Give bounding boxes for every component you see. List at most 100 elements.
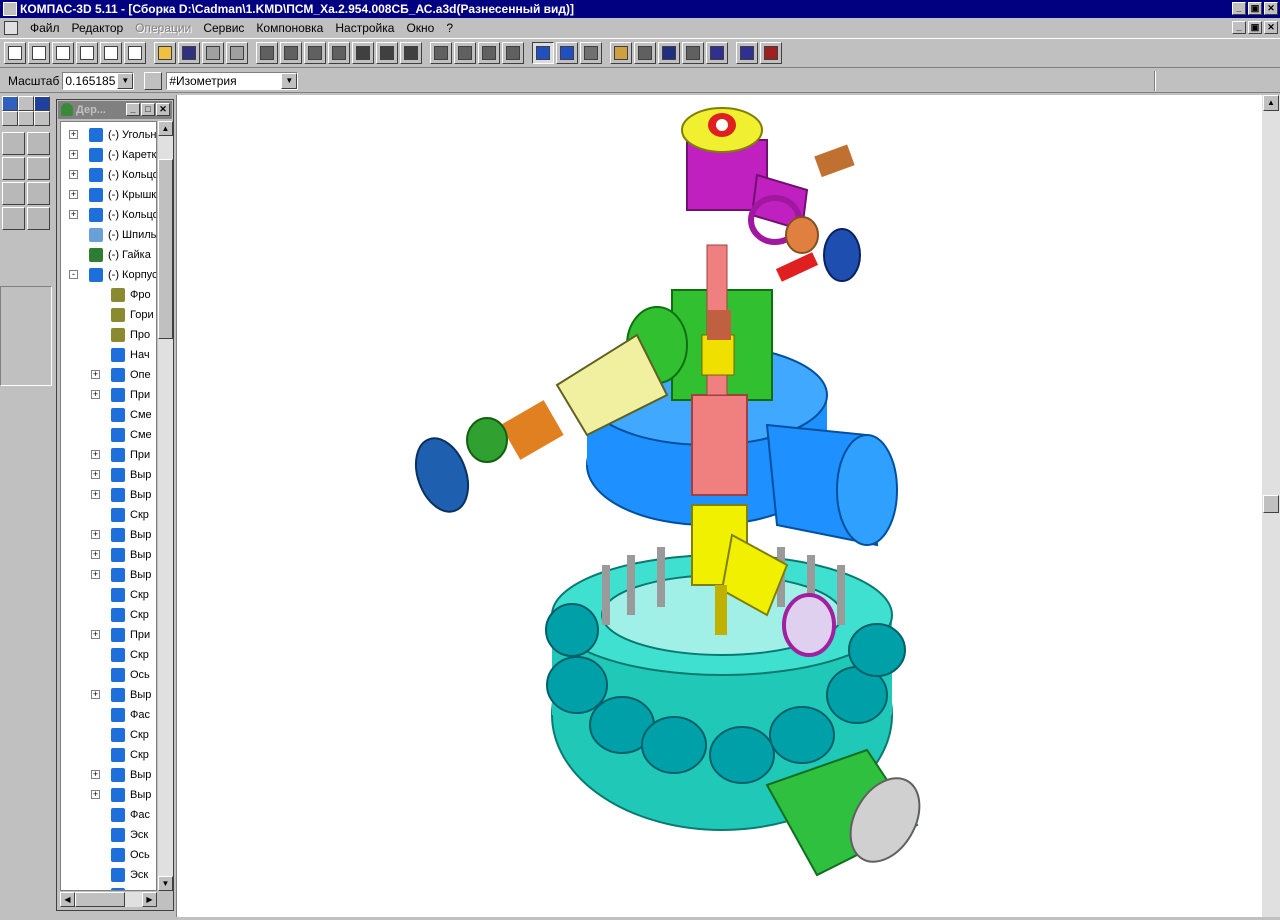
print-icon[interactable] (706, 42, 728, 64)
new-part-icon[interactable] (28, 42, 50, 64)
menu-item[interactable]: Компоновка (250, 18, 329, 38)
tree-item[interactable]: Ось (111, 665, 150, 685)
open-icon[interactable] (154, 42, 176, 64)
tree-item[interactable]: Сме (111, 405, 152, 425)
scroll-left-icon[interactable]: ◀ (60, 892, 75, 907)
zoom-all-icon[interactable] (376, 42, 398, 64)
zoom-fit-icon[interactable] (328, 42, 350, 64)
scroll-up-icon[interactable]: ▲ (158, 121, 173, 136)
shaded-icon[interactable] (532, 42, 554, 64)
expand-icon[interactable]: + (91, 530, 100, 539)
tree-item[interactable]: + Выр (91, 485, 151, 505)
tree-item[interactable]: Ось (111, 845, 150, 865)
tool-mate-icon[interactable] (2, 182, 25, 205)
menu-item[interactable]: Окно (400, 18, 440, 38)
app-icon[interactable] (3, 2, 17, 16)
orientation-front-icon[interactable] (454, 42, 476, 64)
doc-maximize-button[interactable]: ▣ (1248, 21, 1262, 34)
tab-measure-icon[interactable] (18, 111, 34, 126)
scroll-up-icon[interactable]: ▲ (1263, 95, 1279, 111)
zoom-window-icon[interactable] (256, 42, 278, 64)
tree-close-button[interactable]: ✕ (156, 103, 170, 116)
tree-item[interactable]: Гори (111, 305, 154, 325)
expand-icon[interactable]: + (91, 390, 100, 399)
tool-move-icon[interactable] (2, 157, 25, 180)
tree-item[interactable]: Скр (111, 605, 149, 625)
tree-item[interactable]: Скр (111, 505, 149, 525)
tree-item[interactable]: + Выр (91, 785, 151, 805)
tab-edit-icon[interactable] (2, 96, 18, 111)
tab-attach-icon[interactable] (34, 111, 50, 126)
scroll-right-icon[interactable]: ▶ (142, 892, 157, 907)
measure-icon[interactable] (634, 42, 656, 64)
tree-item[interactable]: + (-) Крышк (69, 185, 156, 205)
scroll-thumb[interactable] (75, 892, 125, 907)
doc-minimize-button[interactable]: _ (1232, 21, 1246, 34)
tree-item[interactable]: + При (91, 445, 150, 465)
tree-item[interactable]: + (-) Кареткі (69, 145, 156, 165)
tree-vertical-scrollbar[interactable]: ▲ ▼ (158, 121, 173, 891)
chevron-down-icon[interactable]: ▼ (281, 72, 298, 89)
document-icon[interactable] (4, 21, 18, 35)
edit-icon[interactable] (610, 42, 632, 64)
expand-icon[interactable]: + (91, 690, 100, 699)
expand-icon[interactable]: + (91, 770, 100, 779)
menu-item[interactable]: Сервис (197, 18, 250, 38)
new-text-icon[interactable] (100, 42, 122, 64)
tree-item[interactable]: + (-) Кольцо (69, 165, 156, 185)
help-icon[interactable] (736, 42, 758, 64)
pan-icon[interactable] (352, 42, 374, 64)
tree-item[interactable]: Фро (111, 285, 151, 305)
tree-item[interactable]: - (-) Корпус (69, 265, 156, 285)
menu-item[interactable]: ? (440, 18, 459, 38)
new-assembly-icon[interactable] (4, 42, 26, 64)
new-sheet-icon[interactable] (52, 42, 74, 64)
model-viewport[interactable] (176, 95, 1262, 917)
tree-item[interactable]: + При (91, 385, 150, 405)
tool-library-icon[interactable] (2, 207, 25, 230)
scroll-down-icon[interactable]: ▼ (158, 876, 173, 891)
properties-icon[interactable] (580, 42, 602, 64)
expand-icon[interactable]: + (91, 450, 100, 459)
orientation-combo[interactable]: #Изометрия ▼ (166, 71, 299, 90)
tree-item[interactable]: + Опе (91, 365, 151, 385)
menu-item[interactable]: Редактор (66, 18, 130, 38)
menu-item[interactable]: Файл (24, 18, 66, 38)
tab-line-icon[interactable] (2, 111, 18, 126)
tree-item[interactable]: Эск (111, 825, 148, 845)
tree-item[interactable]: + Выр (91, 465, 151, 485)
tree-item[interactable]: + (-) Угольн (69, 125, 156, 145)
expand-icon[interactable]: + (91, 630, 100, 639)
top-bracket-part[interactable] (681, 107, 855, 245)
scroll-thumb[interactable] (158, 159, 173, 339)
exploded-assembly-model[interactable] (177, 95, 1263, 917)
tree-item[interactable]: Сме (111, 425, 152, 445)
tree-horizontal-scrollbar[interactable]: ◀ ▶ (60, 892, 157, 907)
shaded-edges-icon[interactable] (556, 42, 578, 64)
menu-item[interactable]: Настройка (329, 18, 400, 38)
orientation-side-icon[interactable] (478, 42, 500, 64)
tree-item[interactable]: + Выр (91, 685, 151, 705)
expand-icon[interactable]: + (91, 490, 100, 499)
expand-icon[interactable]: + (69, 150, 78, 159)
orientation-iso-icon[interactable] (430, 42, 452, 64)
tree-item[interactable]: + Выр (91, 765, 151, 785)
orientation-icon[interactable] (144, 71, 163, 90)
expand-icon[interactable]: + (69, 130, 78, 139)
close-button[interactable]: ✕ (1264, 2, 1278, 15)
tool-insert-icon[interactable] (27, 207, 50, 230)
tree-item[interactable]: Скр (111, 585, 149, 605)
tree-item[interactable]: (-) Гайка (89, 245, 151, 265)
tree-title-bar[interactable]: Дер... _ □ ✕ (58, 101, 172, 119)
collapse-icon[interactable]: - (69, 270, 78, 279)
zoom-out-icon[interactable] (304, 42, 326, 64)
tab-spatial-icon[interactable] (18, 96, 34, 111)
tool-coincident-icon[interactable] (27, 182, 50, 205)
expand-icon[interactable]: + (69, 210, 78, 219)
expand-icon[interactable]: + (69, 190, 78, 199)
zoom-in-icon[interactable] (280, 42, 302, 64)
tree-item[interactable]: Скр (111, 645, 149, 665)
exit-icon[interactable] (760, 42, 782, 64)
new-spec-icon[interactable] (124, 42, 146, 64)
copy-icon[interactable] (226, 42, 248, 64)
